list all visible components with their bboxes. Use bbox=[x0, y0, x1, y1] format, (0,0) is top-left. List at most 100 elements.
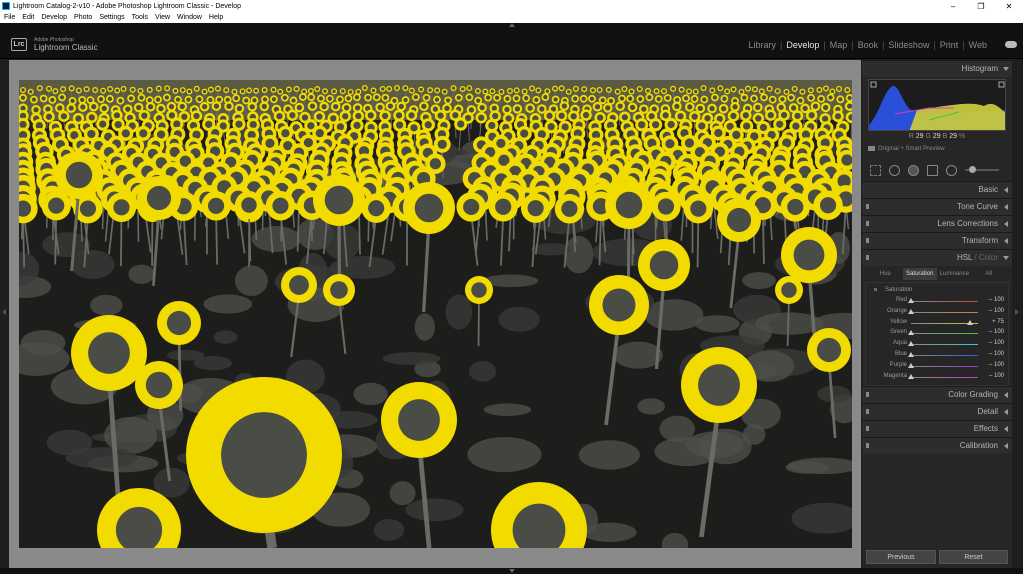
radial-filter-icon[interactable] bbox=[946, 164, 957, 176]
menu-view[interactable]: View bbox=[155, 14, 170, 21]
panel-toggle-icon[interactable] bbox=[866, 238, 869, 243]
slider-aqua[interactable]: Aqua – 100 bbox=[866, 340, 1010, 350]
previous-button[interactable]: Previous bbox=[866, 550, 936, 564]
panel-tone-curve[interactable]: Tone Curve bbox=[862, 198, 1012, 215]
panel-toggle-icon[interactable] bbox=[866, 409, 869, 414]
spot-removal-icon[interactable] bbox=[889, 164, 900, 176]
panel-toggle-icon[interactable] bbox=[866, 221, 869, 226]
panel-toggle-icon[interactable] bbox=[866, 204, 869, 209]
menu-help[interactable]: Help bbox=[209, 14, 223, 21]
tool-strip bbox=[866, 161, 1008, 179]
maximize-button[interactable]: ❐ bbox=[967, 2, 995, 11]
slider-track[interactable] bbox=[911, 319, 978, 325]
slider-blue[interactable]: Blue – 100 bbox=[866, 351, 1010, 361]
module-slideshow[interactable]: Slideshow bbox=[884, 40, 933, 50]
tab-luminance[interactable]: Luminance bbox=[937, 268, 972, 280]
crop-overlay-icon[interactable] bbox=[870, 164, 881, 176]
histogram-header[interactable]: Histogram bbox=[862, 60, 1012, 77]
module-library[interactable]: Library bbox=[744, 40, 780, 50]
panel-toggle-icon[interactable] bbox=[866, 255, 869, 260]
panel-hsl-color[interactable]: HSL / Color bbox=[862, 249, 1012, 266]
slider-thumb-icon[interactable] bbox=[908, 373, 914, 379]
slider-value[interactable]: – 100 bbox=[982, 362, 1004, 368]
module-print[interactable]: Print bbox=[936, 40, 963, 50]
slider-red[interactable]: Red – 100 bbox=[866, 297, 1010, 307]
panel-toggle-icon[interactable] bbox=[866, 443, 869, 448]
panel-detail[interactable]: Detail bbox=[862, 403, 1012, 420]
menu-develop[interactable]: Develop bbox=[41, 14, 67, 21]
tab-all[interactable]: All bbox=[972, 268, 1007, 280]
slider-value[interactable]: – 100 bbox=[982, 297, 1004, 303]
slider-value[interactable]: – 100 bbox=[982, 340, 1004, 346]
panel-transform[interactable]: Transform bbox=[862, 232, 1012, 249]
module-map[interactable]: Map bbox=[826, 40, 852, 50]
menu-file[interactable]: File bbox=[4, 14, 15, 21]
slider-thumb-icon[interactable] bbox=[966, 319, 973, 325]
tab-saturation[interactable]: Saturation bbox=[902, 268, 937, 280]
slider-thumb-icon[interactable] bbox=[908, 308, 914, 314]
menu-photo[interactable]: Photo bbox=[74, 14, 92, 21]
slider-track[interactable] bbox=[908, 362, 978, 368]
slider-thumb-icon[interactable] bbox=[908, 362, 914, 368]
brush-slider[interactable] bbox=[965, 166, 999, 173]
slider-green[interactable]: Green – 100 bbox=[866, 329, 1010, 339]
target-adjust-icon[interactable] bbox=[874, 288, 877, 291]
brand-line-2: Lightroom Classic bbox=[34, 43, 98, 52]
slider-orange[interactable]: Orange – 100 bbox=[866, 308, 1010, 318]
left-panel-collapse[interactable] bbox=[0, 60, 9, 568]
minimize-button[interactable]: – bbox=[939, 2, 967, 11]
panel-calibration[interactable]: Calibration bbox=[862, 437, 1012, 454]
rgb-readout: R 29 G 29 B 29 % bbox=[862, 133, 1012, 140]
panel-hsl-separator: / bbox=[972, 253, 979, 262]
panel-lens-corrections[interactable]: Lens Corrections bbox=[862, 215, 1012, 232]
module-picker: Library | Develop | Map | Book | Slideshow | … bbox=[744, 40, 991, 50]
slider-track[interactable] bbox=[908, 308, 978, 314]
slider-value[interactable]: – 100 bbox=[982, 308, 1004, 314]
menu-tools[interactable]: Tools bbox=[132, 14, 148, 21]
slider-value[interactable]: – 100 bbox=[982, 329, 1004, 335]
slider-thumb-icon[interactable] bbox=[969, 166, 976, 173]
slider-magenta[interactable]: Magenta – 100 bbox=[866, 373, 1010, 383]
panel-basic[interactable]: Basic bbox=[862, 181, 1012, 198]
module-book[interactable]: Book bbox=[854, 40, 883, 50]
reset-button[interactable]: Reset bbox=[939, 550, 1008, 564]
filmstrip-collapse[interactable] bbox=[0, 568, 1023, 574]
panel-hsl-label[interactable]: HSL bbox=[957, 253, 972, 262]
tab-hue[interactable]: Hue bbox=[868, 268, 903, 280]
graduated-filter-icon[interactable] bbox=[927, 164, 938, 176]
panel-toggle-icon[interactable] bbox=[866, 392, 869, 397]
chevron-left-icon bbox=[1004, 426, 1008, 432]
histogram[interactable] bbox=[868, 79, 1006, 131]
panel-color-label[interactable]: Color bbox=[979, 253, 998, 262]
slider-value[interactable]: – 100 bbox=[982, 351, 1004, 357]
menu-edit[interactable]: Edit bbox=[22, 14, 34, 21]
slider-track[interactable] bbox=[908, 373, 978, 379]
slider-purple[interactable]: Purple – 100 bbox=[866, 362, 1010, 372]
close-button[interactable]: ✕ bbox=[995, 2, 1023, 11]
slider-thumb-icon[interactable] bbox=[908, 352, 914, 357]
slider-thumb-icon[interactable] bbox=[908, 330, 914, 336]
slider-yellow[interactable]: Yellow + 75 bbox=[866, 319, 1010, 329]
panel-effects[interactable]: Effects bbox=[862, 420, 1012, 437]
module-develop[interactable]: Develop bbox=[782, 40, 823, 50]
panel-effects-label: Effects bbox=[973, 424, 998, 433]
panel-toggle-icon[interactable] bbox=[866, 426, 869, 431]
slider-thumb-icon[interactable] bbox=[908, 341, 914, 347]
right-panel-collapse[interactable] bbox=[1012, 60, 1023, 568]
slider-track[interactable] bbox=[908, 341, 978, 347]
cloud-sync-icon[interactable] bbox=[1005, 41, 1017, 48]
slider-thumb-icon[interactable] bbox=[908, 298, 914, 303]
panel-color-grading[interactable]: Color Grading bbox=[862, 386, 1012, 403]
slider-track[interactable] bbox=[908, 352, 978, 357]
slider-track[interactable] bbox=[908, 330, 978, 336]
menu-settings[interactable]: Settings bbox=[99, 14, 124, 21]
red-eye-icon[interactable] bbox=[908, 164, 919, 176]
menu-window[interactable]: Window bbox=[177, 14, 202, 21]
slider-value[interactable]: – 100 bbox=[982, 373, 1004, 379]
slider-track[interactable] bbox=[908, 298, 978, 303]
slider-value[interactable]: + 75 bbox=[982, 319, 1004, 325]
module-web[interactable]: Web bbox=[965, 40, 991, 50]
chevron-left-icon bbox=[1004, 392, 1008, 398]
sunflower-photo[interactable] bbox=[19, 80, 852, 548]
chevron-left-icon bbox=[1004, 221, 1008, 227]
